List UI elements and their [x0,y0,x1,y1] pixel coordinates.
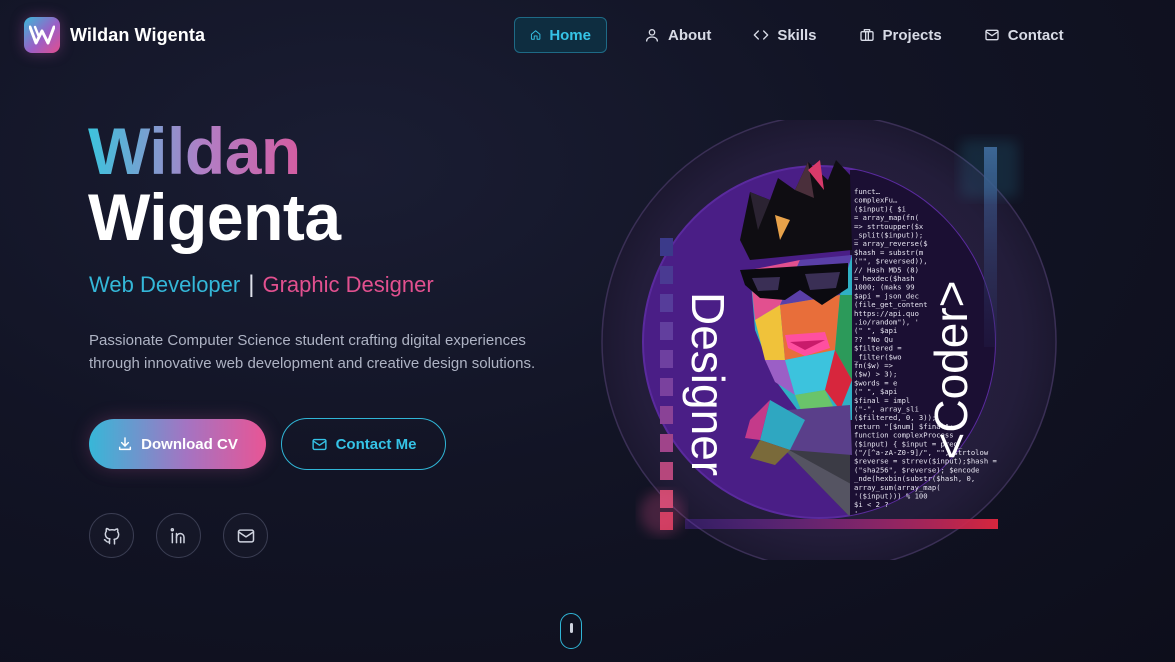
scroll-wheel-dot [569,623,573,633]
linkedin-icon [170,527,185,543]
brand-logo [24,17,60,53]
hero-roles: Web Developer | Graphic Designer [89,271,434,299]
hero-first-name: Wildan [88,118,341,184]
code-line: _split($input)); [854,231,923,240]
glow-square [960,140,1018,198]
code-line: ($w) > 3); [854,370,897,379]
download-cv-button[interactable]: Download CV [89,419,266,469]
nav-item-label: About [668,26,712,44]
hero-description: Passionate Computer Science student craf… [89,332,536,372]
mail-icon [985,29,999,41]
code-line: '($input))) % 100 [854,492,928,501]
nav-item-projects[interactable]: Projects [844,17,957,53]
code-line: (" ", $api [854,387,897,396]
code-line: (" ", $api [854,326,897,335]
code-line: 1000; (maks 99 [854,283,915,292]
code-line: https://api.quo [854,309,919,318]
nav-item-label: Home [549,26,591,44]
role-graphic-designer: Graphic Designer [262,272,434,297]
portrait-illustration [740,160,852,465]
code-line: = array_reverse($ [854,239,928,248]
code-line: $hash = substr(m [854,248,923,257]
code-line: $final = impl [854,396,910,405]
code-line: $i < 2 ? [854,500,889,509]
role-web-developer: Web Developer [89,272,241,297]
top-navbar: Wildan Wigenta Home About Skills Project… [0,0,1175,70]
code-line: ("", $reversed)), [854,257,928,266]
nav-item-label: Skills [777,26,817,44]
code-icon [753,30,769,40]
code-line: funct… [854,187,881,196]
code-line: $filtered = [854,344,902,353]
nav-menu: Home About Skills Projects Contact [514,17,1079,53]
contact-me-button[interactable]: Contact Me [281,418,446,470]
github-link[interactable] [89,513,134,558]
code-line: => strtoupper($x [854,222,924,231]
code-line: $api = json_dec [854,291,919,300]
nav-item-label: Projects [882,26,942,44]
glow-dot [640,491,684,535]
code-line: fn($w) => [854,361,894,370]
code-line: ' [854,509,858,518]
code-line: array_sum(array_map( [854,483,941,492]
code-line: // Hash MD5 (8) [854,265,919,274]
brand-name: Wildan Wigenta [70,24,206,45]
mail-icon [311,438,327,450]
brand[interactable]: Wildan Wigenta [24,17,205,53]
home-icon [530,30,541,40]
github-icon [103,527,119,545]
w-logo-icon [29,25,55,45]
coder-vertical-text: <Coder> [925,280,977,459]
social-links [89,513,268,558]
nav-item-skills[interactable]: Skills [738,17,831,53]
code-line: $words = e [854,378,897,387]
email-link[interactable] [223,513,268,558]
nav-item-contact[interactable]: Contact [969,17,1079,53]
mail-icon [237,528,254,543]
code-line: = hexdec($hash [854,274,915,283]
linkedin-link[interactable] [156,513,201,558]
code-line: ($filtered, 0, 3)); [854,413,936,422]
hero-title: Wildan Wigenta [88,118,341,250]
briefcase-icon [859,29,874,41]
code-line: ("sha256", $reverse); $encode [854,465,980,474]
hero-portrait-artwork: funct…complexFu…($input){ $i = array_map… [601,120,1057,560]
code-line: (file_get_content [854,300,928,309]
scroll-down-indicator[interactable] [560,613,582,649]
contact-me-label: Contact Me [335,435,417,453]
user-icon [646,29,658,42]
code-line: _nde(hexbin(substr($hash, 0, [854,474,975,483]
nav-item-label: Contact [1007,26,1064,44]
bottom-gradient-bar [685,519,998,529]
download-cv-label: Download CV [141,435,238,453]
code-line: ($input){ $i [854,204,906,213]
code-line: ?? "No Qu [854,335,893,344]
code-line: ("-", array_sli [854,405,919,414]
code-line: _filter($wo [854,352,902,361]
role-separator: | [248,271,255,298]
code-line: complexFu… [854,196,898,205]
download-icon [119,437,132,451]
nav-item-home[interactable]: Home [514,17,607,53]
code-line: = array_map(fn( [854,213,919,222]
code-line: .io/random"), ' [854,318,919,327]
nav-item-about[interactable]: About [629,17,726,53]
hero-last-name: Wigenta [88,180,341,254]
designer-vertical-text: Designer [682,292,734,476]
